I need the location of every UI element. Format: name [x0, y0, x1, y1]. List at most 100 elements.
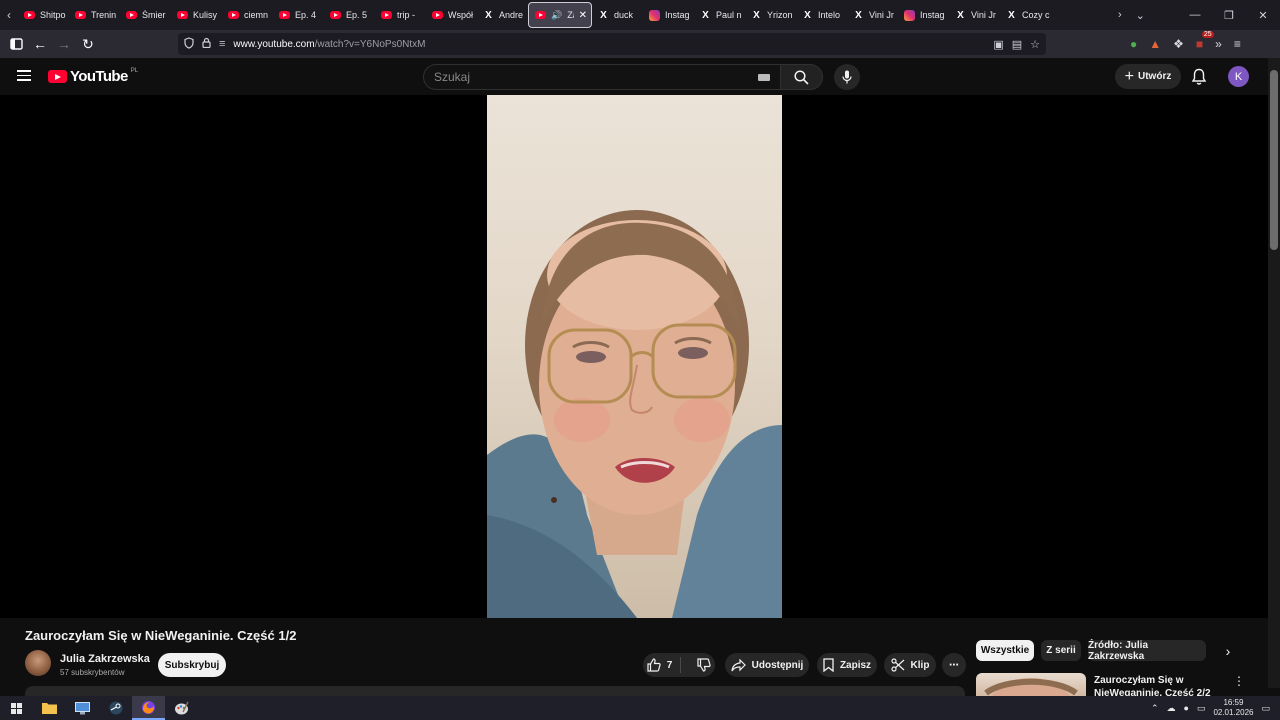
tracking-protection-icon[interactable]	[184, 36, 194, 52]
search-form: Szukaj	[423, 64, 823, 90]
url-domain: www.youtube.com	[233, 38, 315, 50]
browser-tab[interactable]: Ep. 5	[324, 2, 375, 28]
browser-tab[interactable]: X Andre	[477, 2, 528, 28]
video-frame[interactable]	[487, 95, 782, 618]
account-avatar[interactable]: K	[1228, 66, 1249, 87]
video-player[interactable]	[0, 95, 1268, 618]
chips-next-chevron-icon[interactable]: ›	[1220, 642, 1236, 660]
browser-tab[interactable]: X Yrizon	[745, 2, 796, 28]
firefox-icon[interactable]	[132, 696, 165, 720]
browser-tab[interactable]: Instag	[643, 2, 694, 28]
thumbs-down-icon	[697, 658, 711, 672]
tabs-scroll-right-icon[interactable]: ›	[1118, 9, 1122, 21]
file-explorer-icon[interactable]	[33, 696, 66, 720]
chip-from-channel[interactable]: Źródło: Julia Zakrzewska	[1088, 640, 1206, 662]
browser-tab[interactable]: X Cozy c	[1000, 2, 1051, 28]
chip-all[interactable]: Wszystkie	[976, 640, 1034, 661]
extensions-puzzle-icon[interactable]: ❖	[1173, 37, 1184, 51]
display-icon[interactable]: ▭	[1197, 703, 1206, 714]
this-pc-icon[interactable]	[66, 696, 99, 720]
overflow-menu-icon[interactable]: »	[1215, 37, 1222, 51]
create-button[interactable]: + Utwórz	[1115, 64, 1181, 89]
voice-search-button[interactable]	[834, 64, 860, 90]
speaker-icon[interactable]: 🔊	[551, 10, 562, 21]
browser-tab[interactable]: trip -	[375, 2, 426, 28]
tab-label: Instag	[665, 10, 690, 20]
reload-icon[interactable]: ↻	[76, 32, 100, 56]
recommendation-thumbnail[interactable]	[976, 673, 1086, 696]
clip-button[interactable]: Klip	[884, 653, 936, 677]
browser-tab[interactable]: Współ	[426, 2, 477, 28]
clock[interactable]: 16:59 02.01.2026	[1213, 698, 1253, 718]
bookmark-star-icon[interactable]: ☆	[1030, 38, 1040, 51]
scrollbar-thumb[interactable]	[1270, 70, 1278, 250]
close-tab-icon[interactable]: ✕	[579, 10, 587, 21]
picture-in-picture-icon[interactable]: ▣	[993, 38, 1003, 51]
thumbs-up-icon	[647, 658, 661, 672]
address-bar[interactable]: ≡ www.youtube.com/watch?v=Y6NoPs0NtxM ▣ …	[178, 33, 1046, 55]
tab-label: Instag	[920, 10, 945, 20]
reader-view-icon[interactable]: ▤	[1012, 38, 1022, 51]
restore-icon[interactable]: ❐	[1212, 0, 1246, 30]
onedrive-cloud-icon[interactable]: ☁	[1166, 703, 1175, 714]
share-button[interactable]: Udostępnij	[725, 653, 809, 677]
bookmark-icon	[823, 658, 834, 672]
dislike-button[interactable]	[687, 658, 711, 672]
like-count: 7	[666, 659, 673, 671]
app-menu-icon[interactable]: ≡	[1234, 37, 1241, 51]
x-icon: X	[753, 9, 760, 21]
search-placeholder: Szukaj	[434, 70, 471, 84]
recommendation-menu-icon[interactable]: ⋮	[1233, 674, 1245, 688]
notifications-icon[interactable]: ▭	[1261, 703, 1270, 714]
browser-tab[interactable]: X Vini Jr	[949, 2, 1000, 28]
ublock-extension-icon[interactable]: ■ 25	[1196, 31, 1214, 51]
chip-from-series[interactable]: Z serii	[1041, 640, 1081, 661]
plus-icon: +	[1124, 67, 1134, 85]
channel-name[interactable]: Julia Zakrzewska	[60, 653, 150, 665]
youtube-logo[interactable]: YouTube PL	[48, 68, 138, 85]
sidebar-toggle-icon[interactable]	[4, 32, 28, 56]
tray-overflow-chevron-icon[interactable]: ⌃	[1151, 703, 1159, 714]
keyboard-icon[interactable]	[758, 74, 770, 81]
like-button[interactable]: 7	[647, 657, 682, 673]
permissions-icon[interactable]: ≡	[219, 38, 225, 50]
search-button[interactable]	[780, 64, 823, 90]
browser-tab[interactable]: Śmier	[120, 2, 171, 28]
shield-extension-icon[interactable]: ●	[1130, 37, 1137, 51]
tabs-scroll-left-icon[interactable]: ‹	[0, 0, 18, 30]
browser-tab[interactable]: Xduck	[592, 2, 643, 28]
channel-avatar[interactable]	[25, 650, 51, 676]
browser-tab[interactable]: Trenin	[69, 2, 120, 28]
lock-icon[interactable]	[202, 37, 211, 51]
browser-tab[interactable]: Shitpo	[18, 2, 69, 28]
browser-tab[interactable]: 🔊 Zau ✕	[528, 2, 592, 28]
guide-menu-icon[interactable]	[17, 70, 31, 81]
recommendation-title[interactable]: Zauroczyłam Się w NieWeganinie. Część 2/…	[1094, 674, 1212, 696]
search-input[interactable]: Szukaj	[423, 64, 780, 90]
fox-extension-icon[interactable]: ▲	[1149, 37, 1161, 51]
extension-badge-count: 25	[1201, 31, 1214, 38]
browser-tab[interactable]: Kulisy	[171, 2, 222, 28]
more-actions-icon[interactable]: ⋯	[942, 653, 966, 677]
close-window-icon[interactable]: ✕	[1246, 0, 1280, 30]
browser-tab[interactable]: X Intelo	[796, 2, 847, 28]
tab-label: Śmier	[142, 10, 166, 20]
tab-label: Vini Jr	[869, 10, 894, 20]
forward-icon[interactable]: →	[52, 32, 76, 56]
minimize-icon[interactable]: —	[1178, 0, 1212, 30]
save-button[interactable]: Zapisz	[817, 653, 877, 677]
browser-tab[interactable]: X Paul n	[694, 2, 745, 28]
back-icon[interactable]: ←	[28, 32, 52, 56]
steam-icon[interactable]	[99, 696, 132, 720]
paint-app-icon[interactable]	[165, 696, 198, 720]
subscribe-button[interactable]: Subskrybuj	[158, 653, 226, 677]
description-box[interactable]	[25, 686, 965, 696]
browser-tab[interactable]: Ep. 4	[273, 2, 324, 28]
list-all-tabs-icon[interactable]: ⌄	[1136, 9, 1145, 22]
microphone-tray-icon[interactable]: ●	[1183, 703, 1188, 713]
browser-tab[interactable]: X Vini Jr	[847, 2, 898, 28]
windows-start-icon[interactable]	[0, 696, 33, 720]
browser-tab[interactable]: ciemn	[222, 2, 273, 28]
browser-tab[interactable]: Instag	[898, 2, 949, 28]
notifications-bell-icon[interactable]	[1191, 68, 1207, 86]
